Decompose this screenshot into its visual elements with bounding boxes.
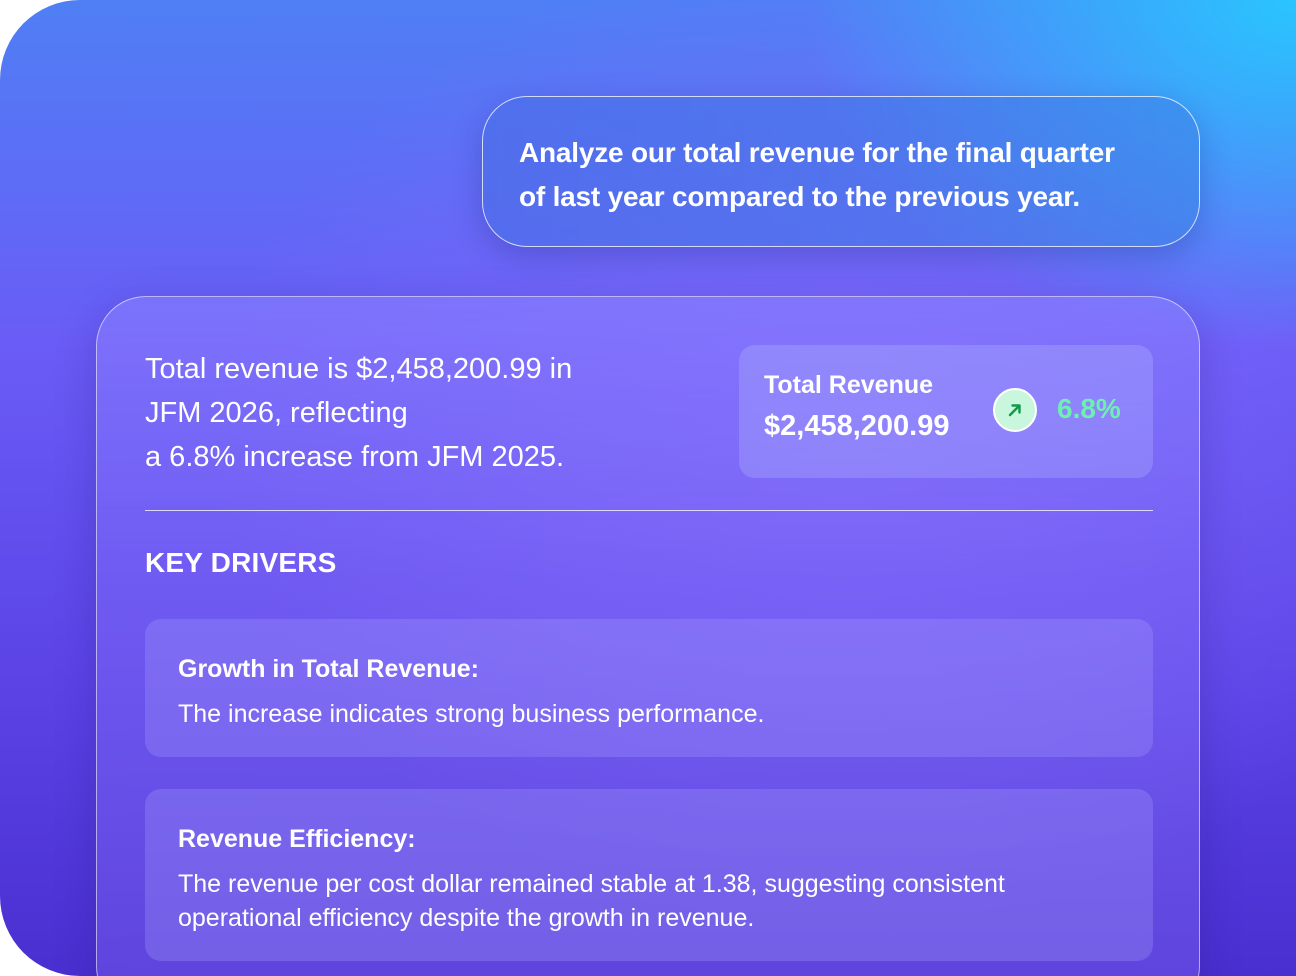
assistant-response-card: Total revenue is $2,458,200.99 in JFM 20… — [96, 296, 1200, 976]
key-driver-title: Revenue Efficiency: — [178, 825, 416, 853]
key-driver-card: Revenue Efficiency: The revenue per cost… — [145, 789, 1153, 961]
key-driver-title: Growth in Total Revenue: — [178, 655, 479, 683]
app-background: Analyze our total revenue for the final … — [0, 0, 1296, 976]
key-drivers-heading: KEY DRIVERS — [145, 547, 337, 578]
section-divider — [145, 510, 1153, 511]
user-prompt-bubble: Analyze our total revenue for the final … — [482, 96, 1200, 247]
arrow-up-right-icon — [993, 388, 1037, 432]
user-prompt-text: Analyze our total revenue for the final … — [519, 137, 1115, 212]
response-summary: Total revenue is $2,458,200.99 in JFM 20… — [145, 353, 573, 473]
key-driver-body: The revenue per cost dollar remained sta… — [178, 870, 1005, 932]
key-driver-body: The increase indicates strong business p… — [178, 700, 765, 728]
total-revenue-metric-card: Total Revenue $2,458,200.99 6.8% — [739, 345, 1153, 478]
metric-label: Total Revenue — [764, 371, 934, 399]
key-driver-card: Growth in Total Revenue: The increase in… — [145, 619, 1153, 757]
metric-value: $2,458,200.99 — [764, 410, 950, 442]
metric-change-percent: 6.8% — [1057, 393, 1121, 424]
